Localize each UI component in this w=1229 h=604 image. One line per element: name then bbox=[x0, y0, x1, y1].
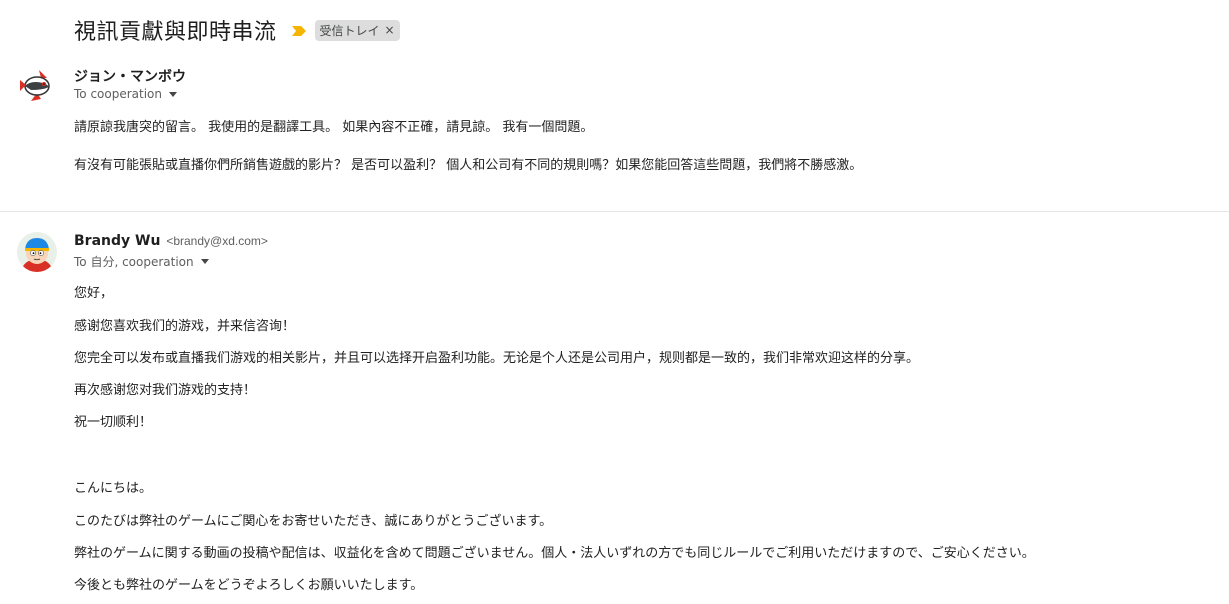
message-paragraph: 有沒有可能張貼或直播你們所銷售遊戲的影片？ 是否可以盈利？ 個人和公司有不同的規… bbox=[74, 158, 863, 173]
sender-name[interactable]: Brandy Wu bbox=[74, 233, 160, 249]
recipients-text: To 自分, cooperation bbox=[74, 255, 194, 269]
fish-avatar-icon bbox=[17, 66, 57, 106]
sender-name[interactable]: ジョン・マンボウ bbox=[74, 69, 186, 85]
recipients-text: To cooperation bbox=[74, 87, 163, 101]
label-chip-text: 受信トレイ bbox=[319, 23, 380, 38]
message-paragraph: 您好， bbox=[74, 286, 114, 301]
sender-email: <brandy@xd.com> bbox=[166, 234, 268, 248]
avatar[interactable] bbox=[17, 66, 57, 106]
message-1: ジョン・マンボウ To cooperation 請原諒我唐突的留言。 我使用的是… bbox=[0, 60, 1229, 210]
importance-marker-icon[interactable] bbox=[291, 24, 307, 36]
message-paragraph: 請原諒我唐突的留言。 我使用的是翻譯工具。 如果內容不正確，請見諒。 我有一個問… bbox=[74, 120, 594, 135]
recipient-details-chevron-down-icon[interactable] bbox=[200, 259, 209, 264]
cartoon-boy-avatar-icon bbox=[17, 232, 57, 272]
message-paragraph: このたびは弊社のゲームにご関心をお寄せいただき、誠にありがとうございます。 bbox=[74, 514, 553, 529]
sender-line: ジョン・マンボウ bbox=[74, 66, 186, 86]
label-chip-inbox[interactable]: 受信トレイ × bbox=[314, 19, 400, 41]
message-paragraph: 您完全可以发布或直播我们游戏的相关影片，并且可以选择开启盈利功能。无论是个人还是… bbox=[74, 351, 920, 366]
message-paragraph: 祝一切顺利！ bbox=[74, 415, 153, 430]
remove-label-icon[interactable]: × bbox=[385, 23, 395, 37]
message-divider bbox=[0, 211, 1229, 212]
recipients-line: To cooperation bbox=[74, 87, 178, 101]
sender-line: Brandy Wu <brandy@xd.com> bbox=[74, 232, 268, 249]
recipient-details-chevron-down-icon[interactable] bbox=[169, 91, 178, 97]
thread-header: 視訊貢獻與即時串流 受信トレイ × bbox=[74, 14, 400, 46]
message-paragraph: 弊社のゲームに関する動画の投稿や配信は、収益化を含めて問題ございません。個人・法… bbox=[74, 546, 1035, 561]
message-paragraph: 今後とも弊社のゲームをどうぞよろしくお願いいたします。 bbox=[74, 578, 424, 593]
message-paragraph: 感谢您喜欢我们的游戏，并来信咨询！ bbox=[74, 319, 296, 334]
message-paragraph: 再次感谢您对我们游戏的支持！ bbox=[74, 383, 257, 398]
thread-subject: 視訊貢獻與即時串流 bbox=[74, 20, 277, 45]
recipients-line: To 自分, cooperation bbox=[74, 253, 209, 270]
message-2: Brandy Wu <brandy@xd.com> To 自分, coopera… bbox=[0, 226, 1229, 604]
message-paragraph: こんにちは。 bbox=[74, 481, 153, 496]
avatar[interactable] bbox=[17, 232, 57, 272]
